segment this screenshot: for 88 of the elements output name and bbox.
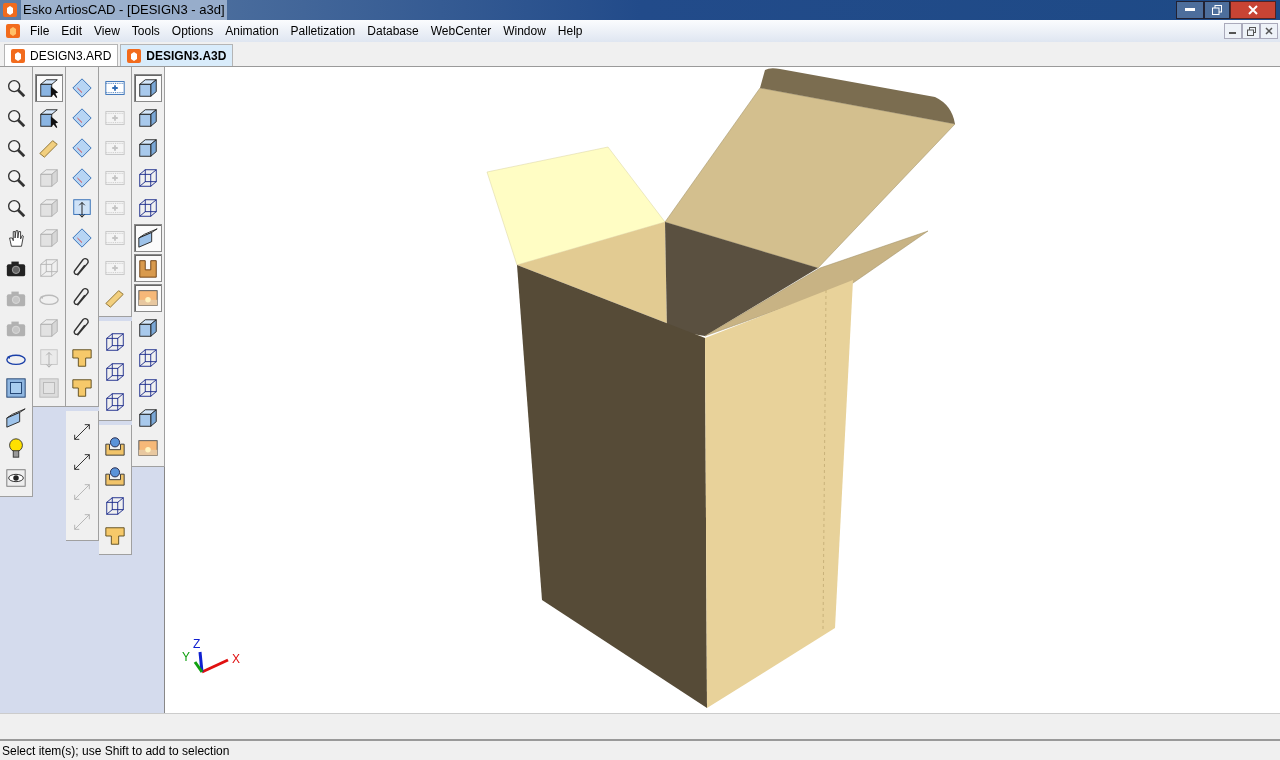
tape-icon [104,287,126,309]
app-logo-icon [3,3,17,17]
move-icon [38,347,60,369]
wireframe-icon [104,331,126,353]
close-button[interactable] [1260,23,1278,39]
menu-item[interactable]: File [24,22,56,40]
toolbar-button[interactable] [35,74,63,102]
cube-icon [38,317,60,339]
menu-item[interactable]: WebCenter [424,22,498,40]
magnifier-icon [5,77,27,99]
magnifier-icon [5,197,27,219]
shape-icon [71,347,93,369]
sheet-icon [71,227,93,249]
menu-item[interactable]: Animation [219,22,285,40]
document-icon [127,48,142,63]
frame-icon [38,377,60,399]
minimize-button[interactable] [1224,23,1242,39]
frame-icon [5,377,27,399]
dimension-icon [71,511,93,533]
dimension-icon [71,421,93,443]
menu-item[interactable]: Options [165,22,220,40]
toolbar-button[interactable] [134,74,162,102]
shape-icon [71,377,93,399]
tray-icon [104,465,126,487]
magnifier-icon [5,107,27,129]
cube-icon [137,77,159,99]
shape-icon [104,525,126,547]
wireframe-icon [137,167,159,189]
cube-icon [137,137,159,159]
cube-icon [38,167,60,189]
wireframe-icon [137,197,159,219]
cube-icon [137,407,159,429]
status-text: Select item(s); use Shift to add to selection [2,742,230,760]
z-axis-label: Z [193,637,201,651]
wireframe-icon [104,495,126,517]
eye-icon [5,467,27,489]
axis-triad-drawing [193,651,229,674]
selector-icon [38,107,60,129]
sheet-icon [71,137,93,159]
menu-item[interactable]: Window [497,22,552,40]
close-button[interactable] [1230,1,1276,19]
channel-icon [137,257,159,279]
tape-icon [38,137,60,159]
document-tab[interactable]: DESIGN3.ARD [4,44,119,66]
sheet-icon [71,107,93,129]
restore-icon [1246,26,1256,36]
prism-icon [5,407,27,429]
menu-item[interactable]: Palletization [284,22,362,40]
menu-item[interactable]: Database [361,22,425,40]
dimension-icon [71,451,93,473]
photo-icon [137,437,159,459]
dimension-icon [71,481,93,503]
close-icon [1248,5,1258,15]
magnifier-icon [5,137,27,159]
sheet-icon [71,167,93,189]
menu-item[interactable]: Tools [125,22,166,40]
wireframe-icon [137,377,159,399]
cube-icon [137,317,159,339]
toolbar-button[interactable] [134,224,162,252]
document-icon [6,24,20,38]
y-axis-label: Y [182,650,190,664]
cube-icon [38,197,60,219]
move-icon [71,197,93,219]
window-title: Esko ArtiosCAD - [DESIGN3 - a3d] [21,0,227,20]
x-axis-label: X [232,652,240,666]
menu-item[interactable]: Edit [55,22,89,40]
tray-icon [104,435,126,457]
document-icon [11,48,25,63]
minimize-icon [1185,8,1195,12]
menu-item[interactable]: View [88,22,126,40]
wireframe-icon [38,257,60,279]
document-tab[interactable]: DESIGN3.A3D [120,44,234,66]
restore-button[interactable] [1204,1,1230,19]
close-icon [1265,27,1273,35]
wireframe-icon [137,347,159,369]
wireframe-icon [104,361,126,383]
restore-icon [1212,5,1222,15]
magnifier-icon [5,167,27,189]
wireframe-icon [104,391,126,413]
cube-icon [38,227,60,249]
menu-item[interactable]: Help [551,22,589,40]
photo-icon [137,287,159,309]
prism-icon [137,227,159,249]
minimize-button[interactable] [1176,1,1204,19]
restore-button[interactable] [1242,23,1260,39]
cube-icon [137,107,159,129]
selector-icon [38,77,60,99]
sheet-icon [71,77,93,99]
